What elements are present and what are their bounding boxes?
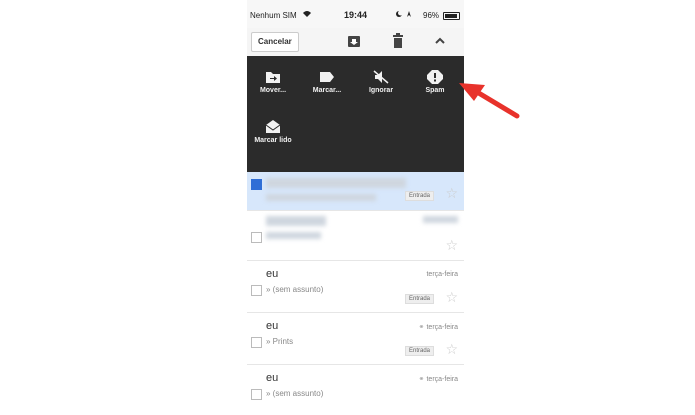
menu-item-mute[interactable]: Ignorar [357,70,405,94]
email-subject: » Prints [266,337,294,346]
email-date: terça-feira [426,271,458,278]
email-sender: eu [266,372,279,384]
email-row[interactable]: eu » Prints ⚭ terça-feira Entrada ☆ [247,312,464,365]
email-date [423,216,458,223]
email-subject: » (sem assunto) [266,285,324,294]
row-checkbox[interactable] [251,232,262,243]
inbox-badge: Entrada [404,191,434,201]
email-sender [266,216,326,226]
row-checkbox[interactable] [251,285,262,296]
email-date: ⚭ terça-feira [418,376,458,383]
forward-marker: » [266,389,273,398]
email-subject: » (sem assunto) [266,389,324,398]
move-to-folder-icon [266,72,280,83]
red-arrow-annotation [459,83,520,119]
menu-item-label: Mover... [259,87,287,94]
chevron-up-icon[interactable] [433,32,447,50]
actions-overlay-menu: Mover... Marcar... Ignorar Spam Marcar l… [247,56,464,172]
row-checkbox[interactable] [251,179,262,190]
inbox-badge: Entrada [404,346,434,356]
row-checkbox[interactable] [251,389,262,400]
email-date: ⚭ terça-feira [418,324,458,331]
cancel-button[interactable]: Cancelar [251,32,299,52]
menu-item-mark-read[interactable]: Marcar lido [249,120,297,144]
trash-icon[interactable] [391,32,405,50]
email-sender: eu [266,268,279,280]
star-icon[interactable]: ☆ [445,341,458,358]
battery-percent: 96% [423,11,440,20]
phone-screen: Nenhum SIM 19:44 96% Cancelar Entrada ☆ … [247,0,464,415]
email-sender [266,178,406,188]
email-sender: eu [266,320,279,332]
menu-item-label: Marcar... [312,87,342,94]
star-icon[interactable]: ☆ [445,289,458,306]
archive-icon[interactable] [347,32,361,50]
email-row[interactable]: ☆ [247,210,464,261]
inbox-badge: Entrada [404,294,434,304]
forward-marker: » [266,337,273,346]
email-subject [266,194,376,201]
action-toolbar: Cancelar [247,28,464,57]
battery-icon [443,12,460,20]
star-icon[interactable]: ☆ [445,237,458,254]
email-row[interactable]: eu » (sem assunto) ⚭ terça-feira [247,364,464,415]
menu-item-label: Spam [425,87,445,94]
menu-item-spam[interactable]: Spam [411,70,459,94]
status-icons [395,10,417,20]
status-bar: Nenhum SIM 19:44 96% [247,0,464,28]
menu-item-label: Ignorar [368,87,394,94]
email-subject [266,232,321,239]
star-icon[interactable]: ☆ [445,185,458,202]
menu-item-label: Marcar lido [254,137,292,144]
forward-marker: » [266,285,273,294]
label-tag-icon [320,72,334,82]
menu-item-label-as[interactable]: Marcar... [303,70,351,94]
mute-icon [373,70,389,84]
moon-location-icon [396,10,411,17]
row-checkbox[interactable] [251,337,262,348]
email-row[interactable]: Entrada ☆ [247,172,464,211]
email-row[interactable]: eu » (sem assunto) terça-feira Entrada ☆ [247,260,464,313]
menu-item-move[interactable]: Mover... [249,70,297,94]
spam-alert-icon [427,70,443,84]
mark-read-envelope-icon [265,120,281,133]
